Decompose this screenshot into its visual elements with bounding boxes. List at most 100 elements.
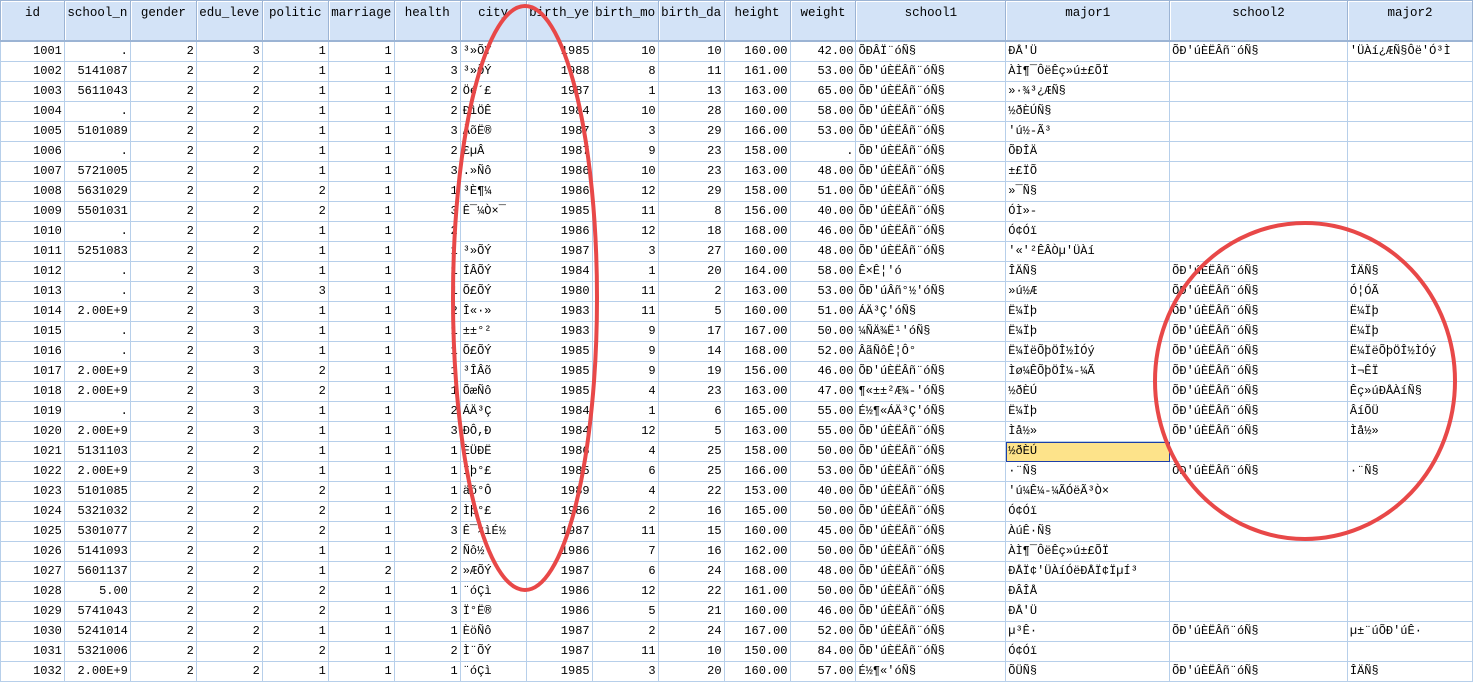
cell-health[interactable]: 1 [393,281,461,302]
cell-birth-ye[interactable]: 1985 [525,341,593,362]
cell-politic[interactable]: 1 [261,541,329,562]
cell-city[interactable]: Ï°Ë® [459,601,527,622]
cell-id[interactable]: 1023 [0,481,65,502]
cell-gender[interactable]: 2 [129,121,197,142]
cell-city[interactable]: Õ£ÕÝ [459,341,527,362]
cell-major2[interactable]: Ë¼ÏëÕþÖÎ½ÌÓý [1346,341,1473,362]
cell-school1[interactable]: ÕÐ'úÈËÂñ¨óÑ§ [855,121,1007,142]
cell-health[interactable]: 1 [393,441,461,462]
cell-politic[interactable]: 1 [261,81,329,102]
cell-gender[interactable]: 2 [129,301,197,322]
cell-school2[interactable] [1169,561,1348,582]
cell-id[interactable]: 1028 [0,581,65,602]
cell-major1[interactable]: »¯Ñ§ [1005,181,1171,202]
cell-marriage[interactable]: 1 [327,641,395,662]
cell-birth-ye[interactable]: 1986 [525,161,593,182]
cell-school-n[interactable]: 5321006 [63,641,131,662]
cell-major2[interactable]: Ë¼Ïþ [1346,301,1473,322]
cell-major2[interactable] [1346,541,1473,562]
cell-id[interactable]: 1024 [0,501,65,522]
cell-school1[interactable]: ÕÐ'úÈËÂñ¨óÑ§ [855,221,1007,242]
cell-school-n[interactable]: 5321032 [63,501,131,522]
cell-birth-da[interactable]: 16 [657,501,725,522]
cell-birth-da[interactable]: 29 [657,121,725,142]
cell-school1[interactable]: ÕÐ'úÈËÂñ¨óÑ§ [855,581,1007,602]
cell-gender[interactable]: 2 [129,141,197,162]
cell-school2[interactable] [1169,441,1348,462]
cell-birth-mo[interactable]: 10 [591,40,659,62]
cell-edu-leve[interactable]: 2 [195,621,263,642]
cell-major1[interactable]: ½ðÈÚÑ§ [1005,101,1171,122]
cell-id[interactable]: 1016 [0,341,65,362]
cell-school-n[interactable]: 2.00E+9 [63,301,131,322]
cell-health[interactable]: 2 [393,561,461,582]
cell-birth-da[interactable]: 6 [657,401,725,422]
cell-birth-da[interactable]: 23 [657,381,725,402]
cell-height[interactable]: 158.00 [723,441,791,462]
cell-school-n[interactable]: . [63,221,131,242]
cell-school1[interactable]: ÕÐ'úÈËÂñ¨óÑ§ [855,461,1007,482]
cell-politic[interactable]: 1 [261,261,329,282]
cell-weight[interactable]: 50.00 [789,441,857,462]
cell-birth-ye[interactable]: 1987 [525,81,593,102]
cell-city[interactable]: ÈÜÐË [459,441,527,462]
cell-school-n[interactable]: 5141093 [63,541,131,562]
cell-gender[interactable]: 2 [129,421,197,442]
cell-school-n[interactable]: . [63,281,131,302]
cell-major2[interactable] [1346,161,1473,182]
cell-weight[interactable]: 53.00 [789,121,857,142]
cell-school1[interactable]: ÕÐÂÏ¨óÑ§ [855,40,1007,62]
cell-health[interactable]: 2 [393,101,461,122]
cell-politic[interactable]: 1 [261,461,329,482]
cell-major1[interactable]: Ë¼Ïþ [1005,301,1171,322]
cell-marriage[interactable]: 1 [327,261,395,282]
cell-city[interactable]: ±±°² [459,321,527,342]
cell-gender[interactable]: 2 [129,221,197,242]
cell-edu-leve[interactable]: 2 [195,541,263,562]
cell-height[interactable]: 158.00 [723,141,791,162]
cell-school2[interactable] [1169,481,1348,502]
cell-id[interactable]: 1018 [0,381,65,402]
cell-birth-mo[interactable]: 11 [591,281,659,302]
cell-marriage[interactable]: 1 [327,521,395,542]
cell-school1[interactable]: Ê×Ê¦'ó [855,261,1007,282]
cell-edu-leve[interactable]: 3 [195,461,263,482]
cell-marriage[interactable]: 1 [327,101,395,122]
cell-major2[interactable]: Ó¦ÓÃ [1346,281,1473,302]
cell-birth-ye[interactable]: 1984 [525,101,593,122]
cell-birth-da[interactable]: 29 [657,181,725,202]
cell-school2[interactable]: ÕÐ'úÈËÂñ¨óÑ§ [1169,281,1348,302]
cell-school2[interactable]: ÕÐ'úÈËÂñ¨óÑ§ [1169,621,1348,642]
cell-weight[interactable]: 48.00 [789,241,857,262]
cell-edu-leve[interactable]: 3 [195,261,263,282]
cell-health[interactable]: 2 [393,501,461,522]
cell-edu-leve[interactable]: 3 [195,381,263,402]
cell-marriage[interactable]: 2 [327,561,395,582]
cell-school-n[interactable]: . [63,341,131,362]
cell-school-n[interactable]: 2.00E+9 [63,461,131,482]
cell-edu-leve[interactable]: 2 [195,561,263,582]
cell-politic[interactable]: 2 [261,521,329,542]
cell-gender[interactable]: 2 [129,581,197,602]
cell-politic[interactable]: 1 [261,221,329,242]
cell-major2[interactable] [1346,141,1473,162]
cell-birth-mo[interactable]: 11 [591,301,659,322]
cell-birth-da[interactable]: 25 [657,461,725,482]
cell-birth-mo[interactable]: 1 [591,401,659,422]
cell-gender[interactable]: 2 [129,521,197,542]
cell-major2[interactable] [1346,241,1473,262]
cell-height[interactable]: 166.00 [723,461,791,482]
cell-birth-da[interactable]: 10 [657,40,725,62]
cell-school1[interactable]: ÕÐ'úÈËÂñ¨óÑ§ [855,541,1007,562]
cell-birth-da[interactable]: 24 [657,621,725,642]
cell-city[interactable]: ³ÎÂõ [459,361,527,382]
cell-city[interactable]: ÀõË® [459,121,527,142]
cell-marriage[interactable]: 1 [327,381,395,402]
cell-school-n[interactable]: 5601137 [63,561,131,582]
cell-gender[interactable]: 2 [129,601,197,622]
cell-health[interactable]: 1 [393,181,461,202]
cell-major2[interactable] [1346,581,1473,602]
cell-birth-mo[interactable]: 10 [591,161,659,182]
cell-school1[interactable]: ¼ÑÄ¾Ë¹'óÑ§ [855,321,1007,342]
cell-birth-da[interactable]: 20 [657,261,725,282]
